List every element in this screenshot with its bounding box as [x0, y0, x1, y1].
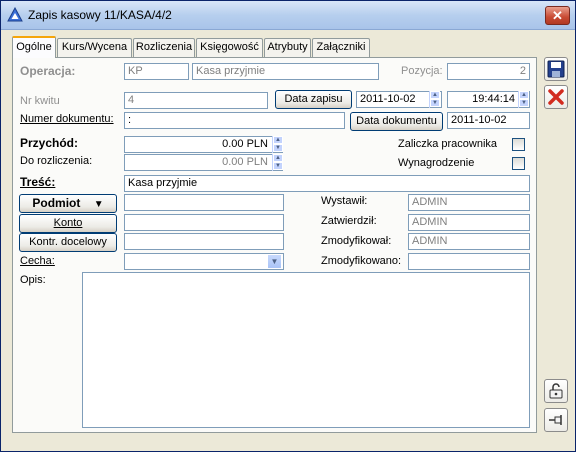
podmiot-field[interactable]: [124, 194, 284, 211]
do-rozliczenia-value: 0.00 PLN: [222, 156, 268, 168]
konto-button[interactable]: Konto: [19, 214, 117, 233]
title-bar: Zapis kasowy 11/KASA/4/2 ✕: [1, 1, 575, 30]
wynagrodzenie-checkbox[interactable]: [512, 157, 525, 170]
do-rozliczenia-spinner[interactable]: ▲ ▼: [272, 154, 283, 171]
przychod-spinner[interactable]: ▲ ▼: [272, 136, 283, 153]
kontr-docelowy-button[interactable]: Kontr. docelowy: [19, 233, 117, 252]
zatwierdzil-field: ADMIN: [408, 214, 530, 231]
tab-ksiegowosc[interactable]: Księgowość: [196, 38, 263, 57]
podmiot-button-label: Podmiot: [32, 196, 81, 210]
zmodyfikowal-label: Zmodyfikował:: [321, 235, 392, 247]
data-zapisu-value: 2011-10-02: [360, 93, 416, 105]
lock-button[interactable]: [544, 379, 568, 403]
opis-label: Opis:: [20, 274, 46, 286]
wystawil-label: Wystawił:: [321, 195, 368, 207]
do-rozliczenia-field: 0.00 PLN: [124, 154, 283, 171]
zaliczka-checkbox[interactable]: [512, 138, 525, 151]
time-spinner[interactable]: ▲ ▼: [518, 91, 529, 108]
numer-dokumentu-field[interactable]: :: [124, 112, 345, 129]
przychod-field[interactable]: 0.00 PLN: [124, 136, 283, 153]
tab-kurs-wycena[interactable]: Kurs/Wycena: [57, 38, 132, 57]
lock-icon: [549, 383, 563, 399]
tab-ogolne[interactable]: Ogólne: [12, 36, 56, 58]
time-value: 19:44:14: [472, 93, 515, 105]
cecha-select[interactable]: [124, 253, 284, 270]
wynagrodzenie-label: Wynagrodzenie: [398, 157, 475, 169]
nr-kwitu-field: 4: [124, 92, 268, 109]
operacja-label: Operacja:: [20, 64, 76, 78]
app-icon: [7, 7, 23, 22]
pozycja-label: Pozycja:: [401, 65, 443, 77]
pin-button[interactable]: [544, 408, 568, 432]
cancel-icon: [548, 89, 564, 105]
kontr-docelowy-field[interactable]: [124, 233, 284, 250]
do-rozliczenia-label: Do rozliczenia:: [20, 155, 93, 167]
tab-atrybuty[interactable]: Atrybuty: [264, 38, 311, 57]
data-zapisu-button[interactable]: Data zapisu: [275, 90, 352, 109]
data-dokumentu-button[interactable]: Data dokumentu: [350, 112, 443, 131]
cancel-button[interactable]: [544, 85, 568, 109]
pin-icon: [549, 415, 562, 425]
close-button[interactable]: ✕: [545, 6, 570, 25]
chevron-down-icon[interactable]: ▼: [267, 254, 282, 269]
cecha-label: Cecha:: [20, 255, 55, 267]
opis-textarea[interactable]: [82, 272, 530, 428]
zmodyfikowal-field: ADMIN: [408, 233, 530, 250]
data-zapisu-spinner[interactable]: ▲ ▼: [429, 91, 440, 108]
save-icon: [547, 60, 565, 78]
pozycja-field: 2: [447, 63, 530, 80]
zmodyfikowano-label: Zmodyfikowano:: [321, 255, 402, 267]
chevron-down-icon: ▼: [93, 199, 104, 210]
zatwierdzil-label: Zatwierdził:: [321, 215, 377, 227]
tab-zalaczniki[interactable]: Załączniki: [312, 38, 370, 57]
przychod-label: Przychód:: [20, 136, 79, 150]
dialog-window: Zapis kasowy 11/KASA/4/2 ✕ Ogólne Kurs/W…: [0, 0, 576, 452]
save-button[interactable]: [544, 57, 568, 81]
przychod-value: 0.00 PLN: [222, 138, 268, 150]
window-title: Zapis kasowy 11/KASA/4/2: [28, 8, 172, 22]
tab-panel-ogolne: Operacja: KP Kasa przyjmie Pozycja: 2 Nr…: [12, 57, 537, 433]
numer-dokumentu-label: Numer dokumentu:: [20, 113, 114, 125]
tab-rozliczenia[interactable]: Rozliczenia: [133, 38, 195, 57]
data-dokumentu-field[interactable]: 2011-10-02: [447, 112, 530, 129]
podmiot-dropdown-button[interactable]: Podmiot ▼: [19, 194, 117, 213]
konto-field[interactable]: [124, 214, 284, 231]
tresc-label: Treść:: [20, 175, 56, 189]
nr-kwitu-label: Nr kwitu: [20, 95, 60, 107]
konto-button-label: Konto: [53, 217, 83, 229]
operacja-code-field: KP: [124, 63, 189, 80]
operacja-name-field: Kasa przyjmie: [192, 63, 379, 80]
wystawil-field: ADMIN: [408, 194, 530, 211]
zaliczka-label: Zaliczka pracownika: [398, 138, 498, 150]
tresc-field[interactable]: Kasa przyjmie: [124, 175, 530, 192]
zmodyfikowano-field: [408, 253, 530, 270]
